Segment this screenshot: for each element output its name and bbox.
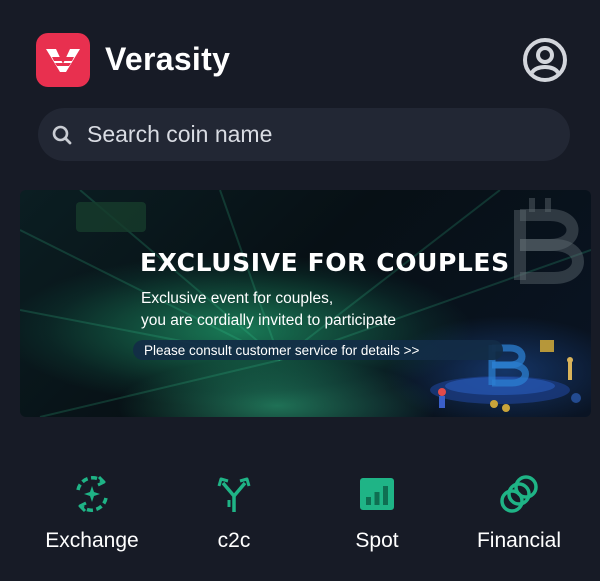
search-bar[interactable] — [38, 108, 570, 161]
home-screen: Verasity Search coin name EXCLUSIVE FOR … — [0, 0, 600, 581]
shortcut-financial[interactable]: Financial — [449, 474, 589, 554]
shortcut-label: c2c — [217, 529, 251, 552]
promo-banner[interactable]: EXCLUSIVE FOR COUPLES Exclusive event fo… — [20, 190, 591, 417]
shortcut-label: Financial — [476, 529, 562, 552]
app-header: Verasity — [36, 33, 568, 87]
shortcut-label: Exchange — [45, 529, 139, 552]
verasity-logo-icon — [36, 33, 90, 87]
shortcut-spot[interactable]: Spot — [307, 474, 447, 554]
user-circle-icon — [523, 38, 567, 82]
search-icon — [51, 124, 73, 146]
c2c-icon — [214, 474, 254, 514]
shortcut-exchange[interactable]: Exchange — [22, 474, 162, 554]
shortcut-label: Spot — [355, 529, 399, 552]
spot-chart-icon — [357, 474, 397, 514]
banner-cta-link[interactable]: Please consult customer service for deta… — [133, 340, 503, 360]
banner-subtitle-line-2: you are cordially invited to participate — [141, 312, 397, 329]
banner-subtitle-line-1: Exclusive event for couples, — [141, 290, 334, 307]
app-name: Verasity — [105, 41, 231, 77]
shortcut-c2c[interactable]: c2c — [164, 474, 304, 554]
exchange-icon — [72, 474, 112, 514]
profile-button[interactable] — [522, 37, 568, 83]
search-input[interactable] — [85, 120, 529, 149]
banner-title: EXCLUSIVE FOR COUPLES — [140, 248, 510, 277]
financial-coins-icon — [499, 474, 539, 514]
